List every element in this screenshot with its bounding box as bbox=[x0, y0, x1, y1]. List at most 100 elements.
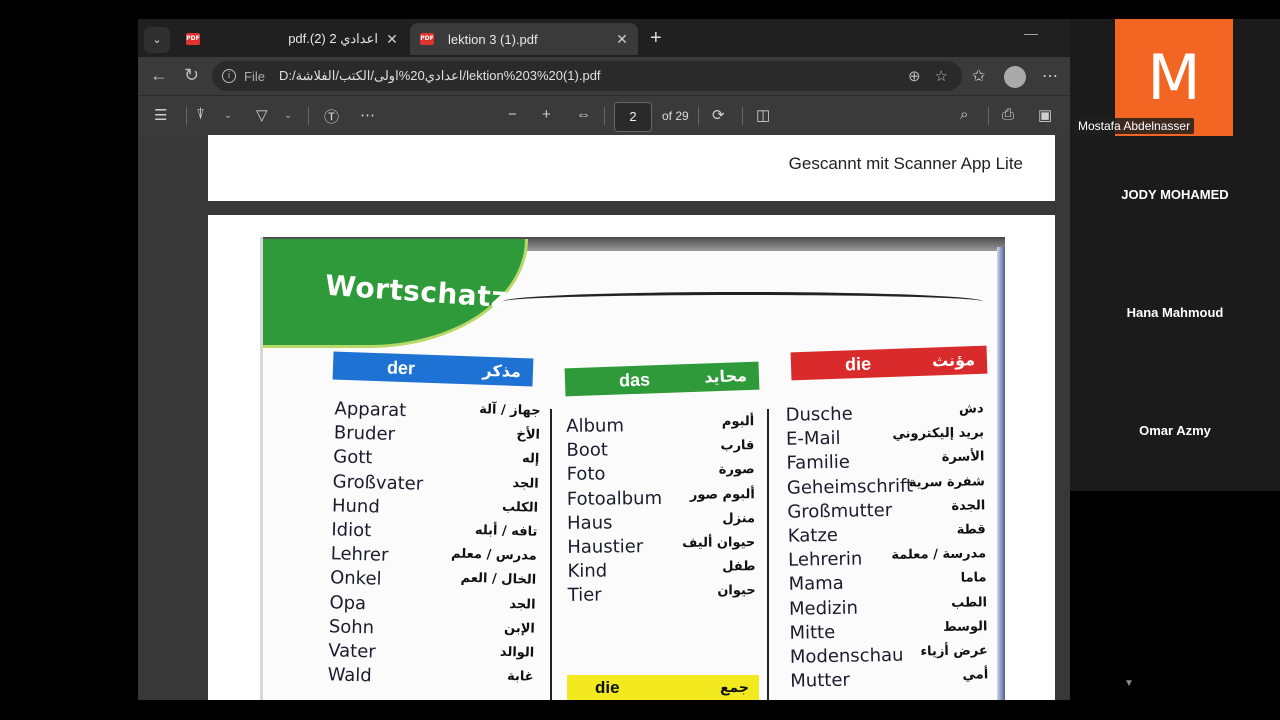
plural-article-label: die bbox=[595, 678, 620, 697]
zoom-icon[interactable]: ⊕ bbox=[908, 67, 921, 85]
page-view-icon[interactable]: ◫ bbox=[756, 106, 770, 124]
page-number-input[interactable]: 2 bbox=[614, 102, 652, 132]
german-word: Geheimschrift bbox=[786, 475, 914, 499]
zoom-out-icon[interactable]: − bbox=[508, 106, 517, 123]
text-icon[interactable]: Ⓣ bbox=[324, 106, 339, 127]
article-label: das bbox=[618, 369, 651, 391]
german-word: Medizin bbox=[788, 597, 859, 620]
vocab-row: Album ألبوم bbox=[566, 414, 754, 440]
article-arabic-label: محايد bbox=[703, 366, 748, 387]
german-word: Mama bbox=[788, 573, 844, 596]
tab-inactive[interactable]: PDF pdf.(2) 2 اعدادي ✕ bbox=[176, 23, 408, 55]
german-word: Großmutter bbox=[787, 499, 893, 523]
fit-page-icon[interactable]: ⇔ bbox=[576, 106, 591, 123]
profile-avatar[interactable] bbox=[1004, 66, 1026, 88]
article-label: die bbox=[844, 353, 872, 375]
arabic-translation: طفل bbox=[722, 559, 756, 575]
divider bbox=[186, 107, 187, 125]
title-banner: Wortschatz bbox=[263, 239, 528, 348]
pdf-page-1: Gescannt mit Scanner App Lite bbox=[208, 135, 1055, 201]
arabic-translation: الكلب bbox=[501, 499, 539, 516]
arabic-translation: الطب bbox=[951, 594, 988, 611]
vocab-row: Fotoalbum ألبوم صور bbox=[567, 487, 755, 513]
german-word: Lehrer bbox=[330, 543, 389, 566]
arabic-translation: إله bbox=[521, 451, 540, 468]
arabic-translation: ألبوم صور bbox=[689, 486, 755, 503]
column-divider bbox=[767, 409, 769, 700]
tab-active[interactable]: PDF lektion 3 (1).pdf ✕ bbox=[410, 23, 638, 55]
arabic-translation: منزل bbox=[722, 510, 756, 527]
print-icon[interactable]: ⎙ bbox=[1002, 106, 1014, 123]
vocab-row: Medizin الطب bbox=[789, 595, 987, 623]
vocab-row: Katze قطة bbox=[788, 522, 986, 550]
vocab-row: Lehrerin مدرسة / معلمة bbox=[788, 546, 986, 574]
german-word: Sohn bbox=[328, 615, 375, 639]
scanned-textbook-image: Wortschatz der مذكر das محايد die مؤنث A… bbox=[260, 237, 1005, 700]
address-bar[interactable]: i File D:/اعدادي20%اولى/الكتب/الفلاشة/le… bbox=[212, 61, 962, 91]
plural-header: die جمع bbox=[567, 675, 759, 700]
favorite-star-icon[interactable]: ☆ bbox=[935, 67, 948, 85]
minimize-window-button[interactable]: — bbox=[1024, 25, 1038, 41]
pdf-viewer[interactable]: Gescannt mit Scanner App Lite Wortschatz… bbox=[138, 135, 1070, 700]
german-word: Idiot bbox=[331, 519, 372, 542]
arabic-translation: حيوان bbox=[717, 583, 756, 599]
divider bbox=[742, 107, 743, 125]
url-text[interactable]: D:/اعدادي20%اولى/الكتب/الفلاشة/lektion%2… bbox=[279, 68, 908, 84]
new-tab-button[interactable]: + bbox=[650, 27, 662, 49]
german-word: Dusche bbox=[785, 403, 853, 426]
german-word: Großvater bbox=[332, 470, 424, 495]
more-options-icon[interactable]: ⋯ bbox=[1042, 66, 1058, 86]
scanner-stamp: Gescannt mit Scanner App Lite bbox=[788, 154, 1023, 173]
rotate-icon[interactable]: ⟳ bbox=[712, 106, 725, 124]
german-word: E-Mail bbox=[785, 427, 841, 450]
zoom-in-icon[interactable]: + bbox=[542, 106, 551, 123]
more-tools-icon[interactable]: ⋯ bbox=[360, 106, 375, 124]
divider bbox=[698, 107, 699, 125]
word-list-die: Dusche دش E-Mail بريد إليكتروني Familie الأسر… bbox=[785, 401, 988, 695]
arabic-translation: الخال / العم bbox=[460, 571, 537, 588]
arabic-translation: الجد bbox=[512, 475, 539, 492]
arabic-translation: قارب bbox=[720, 438, 755, 454]
tab-bar: ⌄ PDF pdf.(2) 2 اعدادي ✕ PDF lektion 3 (… bbox=[138, 19, 1070, 57]
participant-name-tag: Mostafa Abdelnasser bbox=[1074, 118, 1195, 134]
vocab-row: Geheimschrift شفرة سرية bbox=[787, 474, 985, 502]
arabic-translation: الأسرة bbox=[941, 449, 985, 466]
arabic-translation: جهاز / آلة bbox=[479, 402, 541, 419]
pdf-file-icon: PDF bbox=[186, 33, 200, 45]
arabic-translation: بريد إليكتروني bbox=[892, 425, 985, 443]
german-word: Haustier bbox=[567, 536, 644, 558]
german-word: Mitte bbox=[789, 621, 836, 644]
close-tab-icon[interactable]: ✕ bbox=[382, 31, 402, 48]
chevron-down-icon[interactable]: ⌄ bbox=[284, 110, 292, 121]
vocab-row: Haus منزل bbox=[567, 511, 755, 537]
navigation-bar: ← ↻ i File D:/اعدادي20%اولى/الكتب/الفلاش… bbox=[138, 57, 1070, 95]
close-tab-icon[interactable]: ✕ bbox=[612, 31, 632, 48]
arabic-translation: الوالد bbox=[499, 644, 535, 661]
vocab-row: Dusche دش bbox=[785, 401, 983, 429]
arabic-translation: غابة bbox=[506, 669, 534, 685]
german-word: Familie bbox=[786, 452, 851, 475]
search-icon[interactable]: ⌕ bbox=[960, 106, 968, 123]
back-arrow-icon[interactable]: ← bbox=[150, 65, 168, 86]
info-icon[interactable]: i bbox=[222, 69, 236, 83]
chevron-down-icon[interactable]: ⌄ bbox=[224, 110, 232, 121]
refresh-icon[interactable]: ↻ bbox=[184, 65, 199, 86]
contents-list-icon[interactable]: ☰ bbox=[154, 106, 167, 124]
highlight-icon[interactable]: ⍒ bbox=[196, 106, 205, 123]
arabic-translation: قطة bbox=[956, 522, 986, 538]
vocab-row: Boot قارب bbox=[566, 438, 754, 464]
draw-icon[interactable]: ▽ bbox=[256, 106, 268, 124]
browser-window: ⌄ PDF pdf.(2) 2 اعدادي ✕ PDF lektion 3 (… bbox=[138, 19, 1070, 700]
tab-actions-menu-button[interactable]: ⌄ bbox=[144, 27, 170, 53]
favorites-icon[interactable]: ✩ bbox=[972, 66, 985, 86]
divider bbox=[988, 107, 989, 125]
arabic-translation: مدرس / معلم bbox=[450, 546, 537, 564]
scroll-down-arrow-icon[interactable]: ▼ bbox=[1124, 678, 1134, 689]
article-arabic-label: مذكر bbox=[482, 360, 522, 382]
german-word: Haus bbox=[567, 512, 613, 534]
vocab-row: Wald غابة bbox=[327, 664, 534, 694]
german-word: Lehrerin bbox=[788, 548, 863, 571]
vocabulary-title: Wortschatz bbox=[324, 268, 510, 315]
arabic-translation: الأخ bbox=[516, 427, 541, 443]
save-icon[interactable]: ▣ bbox=[1038, 106, 1052, 124]
